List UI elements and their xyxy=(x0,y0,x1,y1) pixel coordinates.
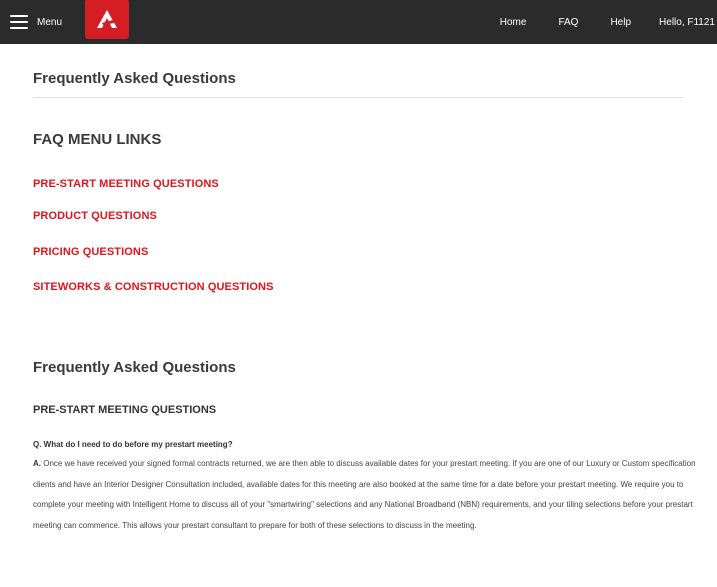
menu-label: Menu xyxy=(37,16,63,28)
top-navigation-bar: Menu Home FAQ Help Hello, F1121 xyxy=(0,0,717,44)
nav-faq-link[interactable]: FAQ xyxy=(558,17,578,28)
prestart-subsection-title: PRE-START MEETING QUESTIONS xyxy=(33,404,217,416)
menu-button[interactable]: Menu xyxy=(10,15,62,29)
faq-menu-links-heading: FAQ MENU LINKS xyxy=(33,131,162,148)
top-nav-links: Home FAQ Help Hello, F1121 xyxy=(500,0,717,44)
brand-logo[interactable] xyxy=(85,0,130,39)
answer-text: Once we have received your signed formal… xyxy=(33,459,696,530)
faq-question: Q. What do I need to do before my presta… xyxy=(33,440,233,449)
faq-link-siteworks[interactable]: SITEWORKS & CONSTRUCTION QUESTIONS xyxy=(33,281,274,293)
title-divider xyxy=(33,97,683,98)
faq-link-pricing[interactable]: PRICING QUESTIONS xyxy=(33,246,148,258)
answer-prefix: A. xyxy=(33,459,41,468)
faq-link-product[interactable]: PRODUCT QUESTIONS xyxy=(33,210,157,222)
page-title: Frequently Asked Questions xyxy=(33,70,236,87)
nav-help-link[interactable]: Help xyxy=(610,17,631,28)
hamburger-icon xyxy=(10,15,28,29)
brand-logo-icon xyxy=(97,10,118,28)
faq-link-prestart[interactable]: PRE-START MEETING QUESTIONS xyxy=(33,178,219,190)
nav-home-link[interactable]: Home xyxy=(500,17,527,28)
faq-answer: A. Once we have received your signed for… xyxy=(33,454,697,536)
user-greeting[interactable]: Hello, F1121 xyxy=(659,17,715,28)
faq-section-title: Frequently Asked Questions xyxy=(33,359,236,376)
